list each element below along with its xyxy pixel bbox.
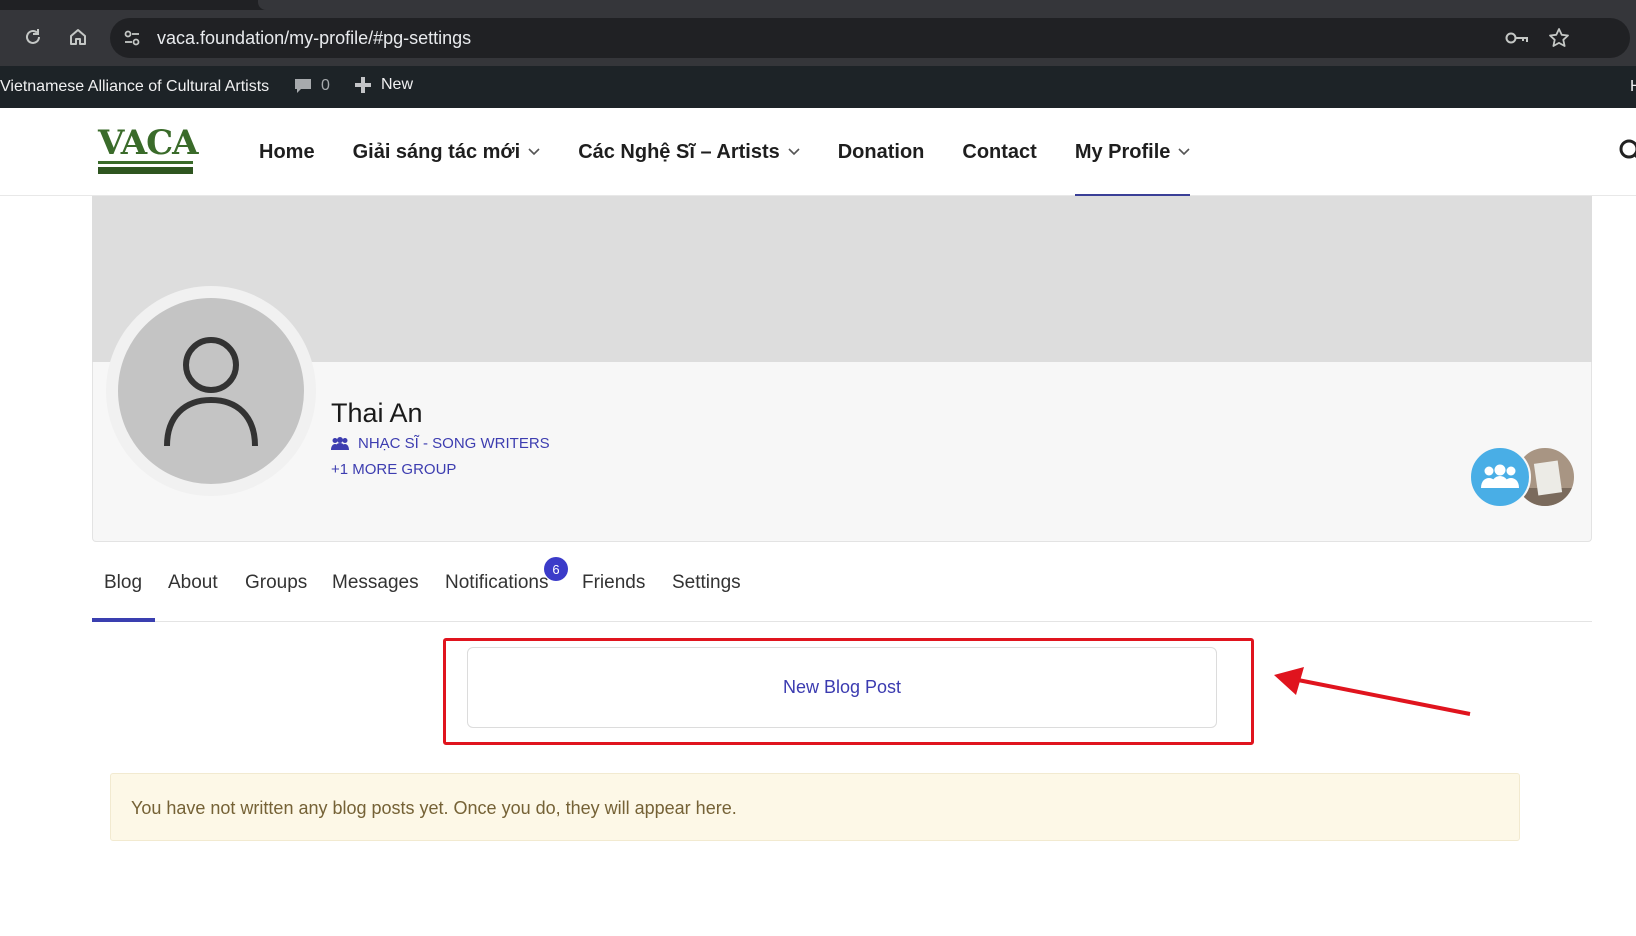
chevron-down-icon — [1178, 148, 1190, 156]
tab-blog[interactable]: Blog — [104, 572, 142, 594]
admin-howdy-edge[interactable]: H — [1630, 78, 1636, 96]
annotation-arrow-icon — [1274, 667, 1471, 716]
nav-artists[interactable]: Các Nghệ Sĩ – Artists — [578, 108, 800, 196]
plus-icon — [355, 77, 371, 93]
site-header: VACA Home Giải sáng tác mới Các Nghệ Sĩ … — [0, 108, 1636, 196]
comment-bubble-icon — [295, 79, 311, 93]
chevron-down-icon — [788, 148, 800, 156]
tab-notifications[interactable]: Notifications — [445, 572, 549, 594]
more-group-link[interactable]: +1 MORE GROUP — [331, 461, 456, 478]
active-tab-indicator — [92, 618, 155, 622]
tab-messages[interactable]: Messages — [332, 572, 419, 594]
tab-edge — [258, 0, 1636, 10]
address-bar[interactable]: vaca.foundation/my-profile/#pg-settings — [110, 18, 1630, 58]
tab-friends[interactable]: Friends — [582, 572, 645, 594]
nav-new-contest[interactable]: Giải sáng tác mới — [353, 108, 541, 196]
nav-contact[interactable]: Contact — [962, 108, 1036, 196]
group-icon — [1481, 464, 1519, 488]
tab-settings[interactable]: Settings — [672, 572, 741, 594]
new-label: New — [381, 76, 414, 93]
site-settings-icon[interactable] — [120, 26, 144, 50]
admin-new[interactable]: New — [355, 76, 413, 94]
notifications-badge: 6 — [544, 557, 568, 581]
logo-wordmark: VACA — [98, 123, 199, 163]
nav-donation[interactable]: Donation — [838, 108, 925, 196]
profile-name: Thai An — [331, 398, 423, 428]
profile-panel — [92, 362, 1592, 542]
empty-blog-notice: You have not written any blog posts yet.… — [110, 773, 1520, 841]
avatar[interactable] — [118, 298, 304, 484]
wp-admin-bar: Vietnamese Alliance of Cultural Artists … — [0, 66, 1636, 108]
logo-strip — [98, 161, 193, 164]
vaca-logo[interactable]: VACA — [98, 123, 199, 174]
reload-icon[interactable] — [18, 22, 48, 52]
logo-strip-dark — [98, 167, 193, 174]
browser-toolbar: vaca.foundation/my-profile/#pg-settings — [0, 10, 1636, 66]
group-name: NHẠC SĨ - SONG WRITERS — [358, 435, 550, 452]
main-nav: Home Giải sáng tác mới Các Nghệ Sĩ – Art… — [259, 108, 1228, 196]
profile-group[interactable]: NHẠC SĨ - SONG WRITERS — [331, 435, 550, 452]
nav-my-profile[interactable]: My Profile — [1074, 108, 1191, 196]
tab-groups[interactable]: Groups — [245, 572, 307, 594]
chevron-down-icon — [528, 148, 540, 156]
photo-paper — [1533, 460, 1563, 496]
search-icon[interactable] — [1618, 136, 1636, 166]
users-icon — [331, 436, 349, 450]
url-text[interactable]: vaca.foundation/my-profile/#pg-settings — [157, 28, 471, 49]
tab-about[interactable]: About — [168, 572, 218, 594]
empty-blog-notice-text: You have not written any blog posts yet.… — [131, 798, 737, 818]
nav-home[interactable]: Home — [259, 108, 315, 196]
admin-site-name[interactable]: Vietnamese Alliance of Cultural Artists — [0, 78, 269, 96]
comments-count: 0 — [321, 77, 330, 94]
browser-tabstrip — [0, 0, 1636, 10]
new-blog-post-button[interactable]: New Blog Post — [467, 647, 1217, 728]
bookmark-star-icon[interactable] — [1546, 26, 1572, 50]
password-key-icon[interactable] — [1504, 26, 1530, 50]
home-icon[interactable] — [63, 22, 93, 52]
user-silhouette-icon — [164, 337, 258, 447]
admin-comments[interactable]: 0 — [293, 76, 330, 96]
group-avatar-songwriters[interactable] — [1469, 446, 1531, 508]
profile-cover — [92, 196, 1592, 362]
profile-tabs: Blog About Groups Messages Notifications… — [92, 542, 1592, 622]
